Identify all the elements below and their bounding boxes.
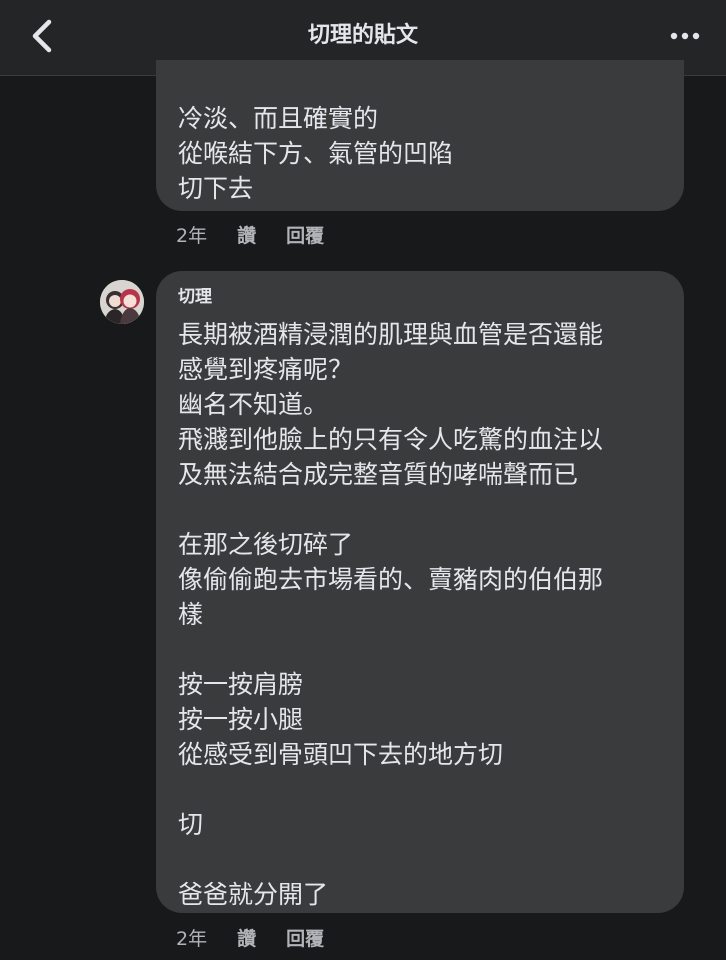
comment-text: 冷淡、而且確實的 從喉結下方、氣管的凹陷 切下去 bbox=[178, 101, 662, 206]
more-options-button[interactable] bbox=[668, 22, 702, 50]
comment-line: 及無法結合成完整音質的哮喘聲而已 bbox=[178, 460, 579, 489]
comment-line: 飛濺到他臉上的只有令人吃驚的血注以 bbox=[178, 425, 604, 454]
comment-line: 感覺到疼痛呢？ bbox=[178, 355, 354, 384]
like-button[interactable]: 讚 bbox=[237, 221, 256, 248]
comment-line: 按一按小腿 bbox=[178, 705, 304, 734]
comment-author[interactable]: 切理 bbox=[178, 285, 662, 309]
comment-line-blank bbox=[178, 492, 662, 527]
comment-bubble[interactable]: 冷淡、而且確實的 從喉結下方、氣管的凹陷 切下去 bbox=[156, 60, 684, 211]
like-button[interactable]: 讚 bbox=[237, 924, 256, 951]
comment-line: 冷淡、而且確實的 bbox=[178, 104, 379, 133]
comment-line: 從感受到骨頭凹下去的地方切 bbox=[178, 740, 504, 769]
profile-picture-icon bbox=[100, 280, 144, 324]
comment-text: 長期被酒精浸潤的肌理與血管是否還能 感覺到疼痛呢？ 幽名不知道。 飛濺到他臉上的… bbox=[178, 317, 662, 912]
reply-button[interactable]: 回覆 bbox=[286, 924, 324, 951]
comment-bubble[interactable]: 切理 長期被酒精浸潤的肌理與血管是否還能 感覺到疼痛呢？ 幽名不知道。 飛濺到他… bbox=[156, 271, 684, 913]
comment-line: 從喉結下方、氣管的凹陷 bbox=[178, 139, 454, 168]
comment-line: 像偷偷跑去市場看的、賣豬肉的伯伯那 bbox=[178, 565, 604, 594]
comment-line: 爸爸就分開了 bbox=[178, 880, 329, 909]
comment-meta: 2年 讚 回覆 bbox=[176, 219, 354, 249]
comment-line: 切 bbox=[178, 810, 204, 839]
comment-line: 幽名不知道。 bbox=[178, 390, 329, 419]
page-title: 切理的貼文 bbox=[307, 23, 418, 48]
reply-button[interactable]: 回覆 bbox=[286, 221, 324, 248]
comment-line-blank bbox=[178, 842, 662, 877]
more-horizontal-icon bbox=[670, 32, 700, 40]
comment-line: 切下去 bbox=[178, 174, 254, 203]
comment-line: 長期被酒精浸潤的肌理與血管是否還能 bbox=[178, 320, 604, 349]
comment-line: 按一按肩膀 bbox=[178, 670, 304, 699]
comment-timestamp: 2年 bbox=[176, 927, 208, 950]
comment-meta: 2年 讚 回覆 bbox=[176, 922, 354, 952]
comment-line-blank bbox=[178, 632, 662, 667]
comment-line: 在那之後切碎了 bbox=[178, 530, 354, 559]
comment-timestamp: 2年 bbox=[176, 224, 208, 247]
comment-line-blank bbox=[178, 772, 662, 807]
avatar[interactable] bbox=[100, 280, 144, 324]
comment-line: 樣 bbox=[178, 600, 204, 629]
